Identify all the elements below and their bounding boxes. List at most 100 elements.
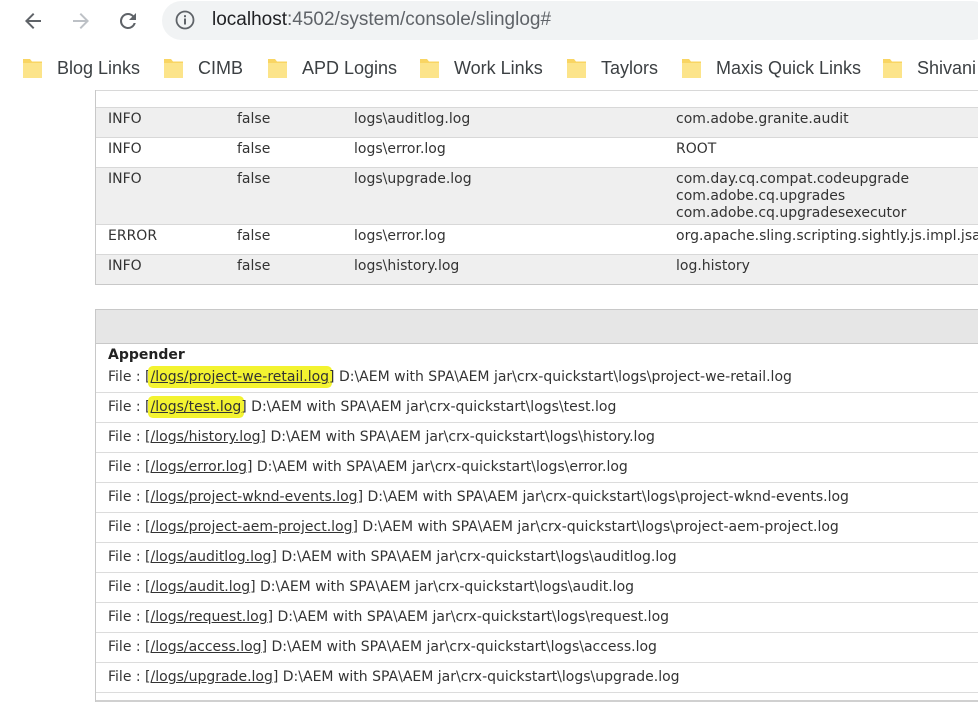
file-prefix: File : [ bbox=[108, 609, 151, 625]
appender-row: File : [/logs/request.log] D:\AEM with S… bbox=[96, 603, 978, 633]
appender-path: ] D:\AEM with SPA\AEM jar\crx-quickstart… bbox=[271, 549, 677, 565]
bookmark-label: Taylors bbox=[601, 57, 659, 78]
file-prefix: File : [ bbox=[108, 399, 151, 415]
appender-row: File : [/logs/error.log] D:\AEM with SPA… bbox=[96, 453, 978, 483]
appender-path: ] D:\AEM with SPA\AEM jar\crx-quickstart… bbox=[261, 639, 657, 655]
log-file: logs\error.log bbox=[354, 228, 446, 244]
table-row: INFO false logs\auditlog.log com.adobe.g… bbox=[96, 107, 978, 137]
log-level: INFO bbox=[108, 258, 142, 274]
url-text[interactable]: localhost:4502/system/console/slinglog# bbox=[212, 9, 551, 31]
additive-value: false bbox=[237, 141, 271, 157]
bookmark-label: Maxis Quick Links bbox=[716, 57, 862, 78]
file-prefix: File : [ bbox=[108, 489, 151, 505]
appender-row: File : [/logs/access.log] D:\AEM with SP… bbox=[96, 633, 978, 663]
appender-path: ] D:\AEM with SPA\AEM jar\crx-quickstart… bbox=[260, 429, 655, 445]
bookmark-shivani[interactable]: Shivani bbox=[882, 54, 976, 82]
appender-row: File : [/logs/auditlog.log] D:\AEM with … bbox=[96, 543, 978, 573]
logger-name: com.adobe.cq.upgradesexecutor bbox=[676, 205, 907, 221]
logger-name: com.adobe.granite.audit bbox=[676, 111, 849, 127]
appender-log-link[interactable]: /logs/error.log bbox=[151, 459, 247, 475]
log-file: logs\history.log bbox=[354, 258, 460, 274]
appender-log-link[interactable]: /logs/project-aem-project.log bbox=[151, 519, 353, 535]
logger-name: com.adobe.cq.upgrades bbox=[676, 188, 846, 204]
appender-log-link[interactable]: /logs/audit.log bbox=[151, 579, 251, 595]
file-prefix: File : [ bbox=[108, 579, 151, 595]
bookmarks-bar: Blog Links CIMB APD Logins Work Links Ta… bbox=[0, 46, 978, 90]
log-file: logs\auditlog.log bbox=[354, 111, 471, 127]
bookmark-maxis-quick-links[interactable]: Maxis Quick Links bbox=[681, 54, 861, 82]
forward-arrow-icon bbox=[73, 13, 89, 29]
log-file: logs\error.log bbox=[354, 141, 446, 157]
appender-path: ] D:\AEM with SPA\AEM jar\crx-quickstart… bbox=[267, 609, 670, 625]
table-row bbox=[96, 90, 978, 107]
url-path: :4502/system/console/slinglog# bbox=[287, 9, 552, 30]
log-file: logs\upgrade.log bbox=[354, 171, 472, 187]
appender-log-link[interactable]: /logs/request.log bbox=[151, 609, 268, 625]
folder-icon bbox=[268, 59, 287, 78]
appender-row: File : [/logs/project-we-retail.log] D:\… bbox=[96, 363, 978, 393]
appender-row: File : [/logs/project-aem-project.log] D… bbox=[96, 513, 978, 543]
file-prefix: File : [ bbox=[108, 519, 151, 535]
info-icon[interactable] bbox=[175, 10, 195, 30]
browser-toolbar: localhost:4502/system/console/slinglog# bbox=[0, 0, 978, 42]
bookmark-label: CIMB bbox=[198, 57, 243, 78]
bookmark-blog-links[interactable]: Blog Links bbox=[22, 54, 140, 82]
appender-path: ] D:\AEM with SPA\AEM jar\crx-quickstart… bbox=[352, 519, 839, 535]
appender-heading: Appender bbox=[108, 347, 185, 363]
bookmark-cimb[interactable]: CIMB bbox=[163, 54, 243, 82]
appender-row: File : [/logs/upgrade.log] D:\AEM with S… bbox=[96, 663, 978, 693]
file-prefix: File : [ bbox=[108, 429, 151, 445]
folder-icon bbox=[883, 59, 902, 78]
back-button[interactable] bbox=[16, 4, 50, 38]
table-row: ERROR false logs\error.log org.apache.sl… bbox=[96, 224, 978, 254]
logger-name: ROOT bbox=[676, 141, 717, 157]
appender-log-link[interactable]: /logs/history.log bbox=[151, 429, 261, 445]
bookmark-label: Work Links bbox=[454, 57, 543, 78]
additive-value: false bbox=[237, 228, 271, 244]
appender-row: File : [/logs/history.log] D:\AEM with S… bbox=[96, 423, 978, 453]
folder-icon bbox=[682, 59, 701, 78]
bookmark-apd-logins[interactable]: APD Logins bbox=[267, 54, 397, 82]
appender-path: ] D:\AEM with SPA\AEM jar\crx-quickstart… bbox=[357, 489, 849, 505]
appender-log-link[interactable]: /logs/project-wknd-events.log bbox=[151, 489, 358, 505]
bookmark-label: Shivani bbox=[917, 57, 977, 78]
log-level: INFO bbox=[108, 111, 142, 127]
appender-path: ] D:\AEM with SPA\AEM jar\crx-quickstart… bbox=[329, 369, 792, 385]
forward-button[interactable] bbox=[64, 4, 98, 38]
panel-header bbox=[96, 310, 978, 344]
additive-value: false bbox=[237, 111, 271, 127]
appender-path: ] D:\AEM with SPA\AEM jar\crx-quickstart… bbox=[250, 579, 635, 595]
logger-name: com.day.cq.compat.codeupgrade bbox=[676, 171, 910, 187]
appender-row: File : [/logs/test.log] D:\AEM with SPA\… bbox=[96, 393, 978, 423]
table-row: INFO false logs\upgrade.log com.day.cq.c… bbox=[96, 167, 978, 224]
reload-button[interactable] bbox=[111, 4, 145, 38]
appender-path: ] D:\AEM with SPA\AEM jar\crx-quickstart… bbox=[272, 669, 680, 685]
address-bar[interactable]: localhost:4502/system/console/slinglog# bbox=[162, 1, 978, 40]
bookmark-work-links[interactable]: Work Links bbox=[419, 54, 543, 82]
additive-value: false bbox=[237, 171, 271, 187]
back-arrow-icon bbox=[25, 13, 41, 29]
log-level: ERROR bbox=[108, 228, 158, 244]
folder-icon bbox=[420, 59, 439, 78]
bookmark-taylors[interactable]: Taylors bbox=[566, 54, 658, 82]
file-prefix: File : [ bbox=[108, 369, 151, 385]
page-content: INFO false logs\auditlog.log com.adobe.g… bbox=[0, 90, 978, 702]
logger-name: log.history bbox=[676, 258, 750, 274]
appender-path: ] D:\AEM with SPA\AEM jar\crx-quickstart… bbox=[241, 399, 617, 415]
appender-log-link[interactable]: /logs/project-we-retail.log bbox=[150, 369, 330, 385]
appender-log-link[interactable]: /logs/auditlog.log bbox=[151, 549, 272, 565]
log-level: INFO bbox=[108, 141, 142, 157]
logger-name: org.apache.sling.scripting.sightly.js.im… bbox=[676, 228, 978, 244]
appender-path: ] D:\AEM with SPA\AEM jar\crx-quickstart… bbox=[246, 459, 628, 475]
reload-icon bbox=[120, 12, 136, 29]
file-prefix: File : [ bbox=[108, 459, 151, 475]
appender-log-link[interactable]: /logs/access.log bbox=[151, 639, 262, 655]
appender-log-link[interactable]: /logs/test.log bbox=[150, 399, 242, 415]
appender-row: File : [/logs/audit.log] D:\AEM with SPA… bbox=[96, 573, 978, 603]
file-prefix: File : [ bbox=[108, 639, 151, 655]
bookmark-label: Blog Links bbox=[57, 57, 141, 78]
logger-config-table: INFO false logs\auditlog.log com.adobe.g… bbox=[95, 90, 978, 285]
appender-log-link[interactable]: /logs/upgrade.log bbox=[151, 669, 273, 685]
url-host: localhost bbox=[212, 9, 287, 30]
folder-icon bbox=[567, 59, 586, 78]
